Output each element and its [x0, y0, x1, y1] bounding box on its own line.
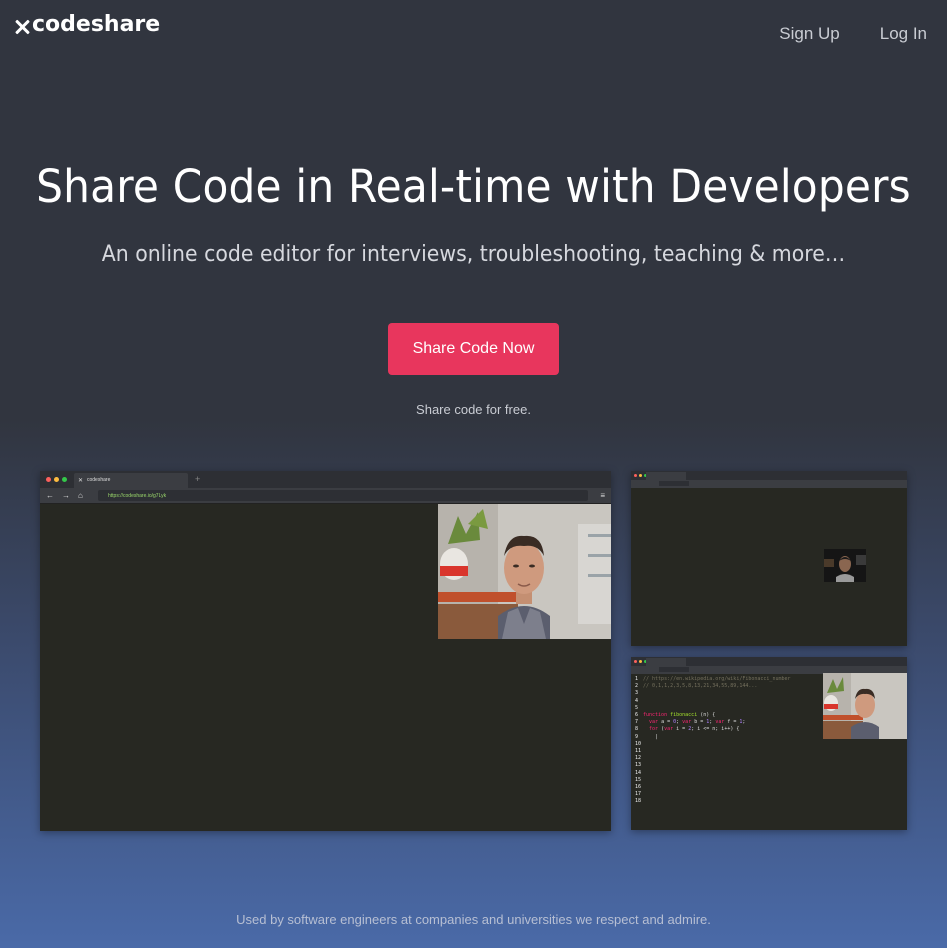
top-nav: codeshare Sign Up Log In	[0, 0, 947, 70]
mini-tab	[646, 472, 686, 480]
line-number: 9	[635, 733, 639, 740]
code-line: 15	[635, 777, 791, 784]
line-number: 16	[635, 784, 642, 791]
code-line: 5	[635, 705, 791, 712]
line-number: 6	[635, 712, 639, 719]
minimize-dot-icon	[639, 474, 642, 477]
login-link[interactable]: Log In	[880, 24, 927, 44]
hero-title: Share Code in Real-time with Developers	[36, 160, 911, 213]
window-controls	[46, 477, 67, 482]
code-line: 1 // https://en.wikipedia.org/wiki/Fibona…	[635, 676, 791, 683]
code-text: |	[643, 733, 659, 740]
browser-tabbar: ✕ codeshare +	[40, 471, 611, 488]
code-text: // 0,1,1,2,3,5,8,13,21,34,55,89,144...	[643, 683, 758, 690]
close-dot-icon	[46, 477, 51, 482]
mini-tabbar	[631, 657, 907, 666]
line-number: 4	[635, 697, 639, 704]
code-line: 13	[635, 762, 791, 769]
maximize-dot-icon	[62, 477, 67, 482]
mini-url-field	[659, 667, 689, 672]
line-number: 1	[635, 676, 639, 682]
code-line: 17	[635, 791, 791, 798]
line-number: 15	[635, 776, 642, 783]
line-number: 11	[635, 748, 642, 755]
url-field: https://codeshare.io/g7Lyk	[98, 490, 588, 501]
browser-tab: ✕ codeshare	[74, 473, 188, 488]
address-bar: ← → ⌂ https://codeshare.io/g7Lyk ≡	[40, 488, 611, 504]
hero-subtitle: An online code editor for interviews, tr…	[101, 242, 846, 267]
code-line: 8 for (var i = 2; i <= n; i++) {	[635, 726, 791, 733]
code-line: 12	[635, 755, 791, 762]
line-number: 14	[635, 769, 642, 776]
free-note: Share code for free.	[416, 402, 531, 417]
line-number: 12	[635, 755, 642, 762]
line-number: 5	[635, 704, 639, 711]
share-code-now-button[interactable]: Share Code Now	[388, 323, 559, 375]
logo-x-icon	[14, 19, 30, 35]
close-dot-icon	[634, 660, 637, 663]
code-line: 7 var a = 0; var b = 1; var f = 1;	[635, 719, 791, 726]
code-editor: 1 // https://en.wikipedia.org/wiki/Fibona…	[635, 676, 791, 806]
close-dot-icon	[634, 474, 637, 477]
code-text: function fibonacci (n) {	[643, 712, 716, 719]
line-number: 7	[635, 719, 639, 726]
code-line: 14	[635, 770, 791, 777]
code-line: 9 |	[635, 734, 791, 741]
code-line: 3	[635, 690, 791, 697]
signup-link[interactable]: Sign Up	[779, 24, 839, 44]
mini-address-rest	[691, 667, 907, 672]
line-number: 18	[635, 798, 642, 805]
back-arrow-icon: ←	[46, 491, 54, 500]
nav-icons: ← → ⌂	[46, 491, 83, 500]
tab-title: codeshare	[87, 477, 111, 483]
webcam-video-small	[823, 673, 907, 739]
line-number: 13	[635, 762, 642, 769]
new-tab-icon: +	[195, 474, 201, 484]
code-line: 18	[635, 798, 791, 805]
side-browser-mockup-2: 1 // https://en.wikipedia.org/wiki/Fibona…	[631, 657, 907, 830]
code-text: for (var i = 2; i <= n; i++) {	[649, 726, 740, 733]
home-icon: ⌂	[78, 491, 83, 500]
code-line: 2 // 0,1,1,2,3,5,8,13,21,34,55,89,144...	[635, 683, 791, 690]
main-browser-mockup: ✕ codeshare + ← → ⌂ https://codeshare.io…	[40, 471, 611, 831]
line-number: 8	[635, 726, 639, 733]
minimize-dot-icon	[639, 660, 642, 663]
person-video-image-small	[823, 673, 907, 739]
person-video-thumb	[824, 549, 866, 582]
code-line: 11	[635, 748, 791, 755]
menu-icon: ≡	[600, 491, 605, 500]
forward-arrow-icon: →	[62, 491, 70, 500]
line-number: 3	[635, 690, 639, 697]
mini-tabbar	[631, 471, 907, 480]
logo[interactable]: codeshare	[14, 12, 160, 37]
code-text: var a = 0; var b = 1; var f = 1;	[649, 719, 746, 726]
line-number: 10	[635, 740, 642, 747]
code-line: 4	[635, 698, 791, 705]
mini-address-bar	[631, 480, 907, 488]
mini-tab	[646, 658, 686, 666]
minimize-dot-icon	[54, 477, 59, 482]
code-line: 6 function fibonacci (n) {	[635, 712, 791, 719]
side-browser-mockup-1	[631, 471, 907, 646]
mini-url-field	[659, 481, 689, 486]
tab-favicon-icon: ✕	[78, 478, 84, 484]
small-webcam-video	[824, 549, 866, 582]
nav-links: Sign Up Log In	[779, 24, 927, 44]
code-line: 16	[635, 784, 791, 791]
logo-text: codeshare	[32, 12, 161, 37]
code-text: // https://en.wikipedia.org/wiki/Fibonac…	[643, 676, 791, 682]
code-line: 10	[635, 741, 791, 748]
footer-text: Used by software engineers at companies …	[236, 912, 711, 927]
person-video-image	[438, 504, 611, 639]
line-number: 17	[635, 791, 642, 798]
webcam-video	[438, 504, 611, 639]
line-number: 2	[635, 683, 639, 690]
mini-address-rest	[691, 481, 907, 486]
